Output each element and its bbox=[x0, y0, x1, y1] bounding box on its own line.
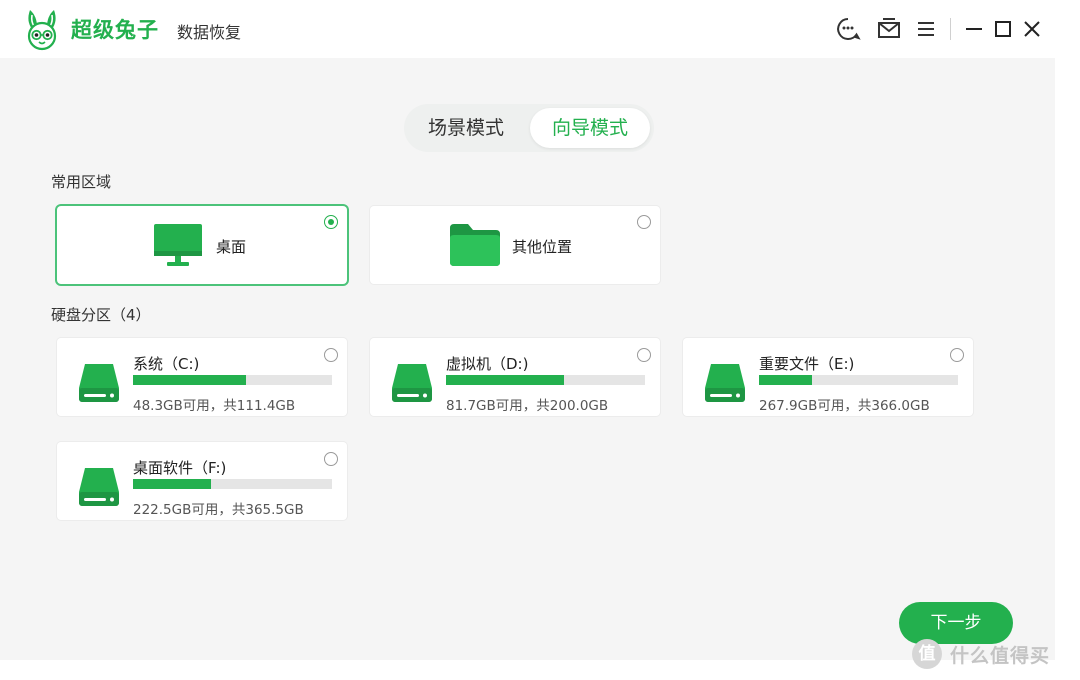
partition-name: 重要文件（E:) bbox=[759, 355, 855, 373]
partition-card-c[interactable]: 系统（C:) 48.3GB可用，共111.4GB bbox=[57, 338, 347, 416]
drive-icon bbox=[79, 468, 119, 506]
partition-card-f[interactable]: 桌面软件（F:) 222.5GB可用，共365.5GB bbox=[57, 442, 347, 520]
partition-size: 48.3GB可用，共111.4GB bbox=[133, 398, 296, 414]
support-chat-icon[interactable] bbox=[835, 16, 861, 42]
maximize-icon[interactable] bbox=[990, 16, 1016, 42]
drive-icon bbox=[79, 364, 119, 402]
menu-icon[interactable] bbox=[913, 16, 939, 42]
usage-bar bbox=[133, 375, 332, 385]
folder-icon bbox=[450, 224, 500, 266]
partition-name: 虚拟机（D:) bbox=[446, 355, 529, 373]
tab-guide-mode[interactable]: 向导模式 bbox=[530, 108, 650, 148]
drive-icon bbox=[705, 364, 745, 402]
title-bar: 超级兔子 数据恢复 bbox=[0, 0, 1055, 58]
close-icon[interactable] bbox=[1019, 16, 1045, 42]
radio-button[interactable] bbox=[950, 348, 964, 362]
brand-subtitle: 数据恢复 bbox=[177, 23, 242, 42]
minimize-icon[interactable] bbox=[961, 16, 987, 42]
usage-bar-fill bbox=[133, 479, 211, 489]
radio-button[interactable] bbox=[324, 215, 338, 229]
usage-bar-fill bbox=[759, 375, 813, 385]
watermark-badge: 值 bbox=[912, 639, 942, 669]
location-label: 其他位置 bbox=[512, 238, 573, 256]
partition-size: 222.5GB可用，共365.5GB bbox=[133, 502, 304, 518]
location-card-other[interactable]: 其他位置 bbox=[370, 206, 660, 284]
radio-button[interactable] bbox=[324, 452, 338, 466]
partition-name: 桌面软件（F:) bbox=[133, 459, 227, 477]
partitions-heading: 硬盘分区（4） bbox=[51, 306, 151, 324]
watermark: 值 什么值得买 bbox=[912, 636, 1050, 672]
radio-button[interactable] bbox=[637, 348, 651, 362]
common-areas-heading: 常用区域 bbox=[51, 173, 112, 191]
partition-size: 267.9GB可用，共366.0GB bbox=[759, 398, 930, 414]
partition-card-e[interactable]: 重要文件（E:) 267.9GB可用，共366.0GB bbox=[683, 338, 973, 416]
partition-size: 81.7GB可用，共200.0GB bbox=[446, 398, 609, 414]
rabbit-logo-icon bbox=[27, 10, 57, 51]
radio-button[interactable] bbox=[324, 348, 338, 362]
tab-scene-mode[interactable]: 场景模式 bbox=[408, 108, 524, 148]
brand-name: 超级兔子 bbox=[71, 17, 159, 42]
usage-bar-fill bbox=[446, 375, 564, 385]
partition-card-d[interactable]: 虚拟机（D:) 81.7GB可用，共200.0GB bbox=[370, 338, 660, 416]
titlebar-separator bbox=[950, 18, 951, 40]
monitor-icon bbox=[154, 224, 202, 266]
location-card-desktop[interactable]: 桌面 bbox=[57, 206, 347, 284]
app-window: 超级兔子 数据恢复 场景模式 向导模式 常用区域 桌面 其他位置 硬盘分区（4）… bbox=[0, 0, 1055, 660]
drive-icon bbox=[392, 364, 432, 402]
usage-bar bbox=[759, 375, 958, 385]
location-label: 桌面 bbox=[216, 238, 247, 256]
radio-button[interactable] bbox=[637, 215, 651, 229]
partition-name: 系统（C:) bbox=[133, 355, 200, 373]
usage-bar bbox=[133, 479, 332, 489]
mode-switch: 场景模式 向导模式 bbox=[404, 104, 654, 152]
watermark-text: 什么值得买 bbox=[950, 644, 1051, 667]
usage-bar-fill bbox=[133, 375, 246, 385]
usage-bar bbox=[446, 375, 645, 385]
mail-icon[interactable] bbox=[876, 16, 902, 42]
